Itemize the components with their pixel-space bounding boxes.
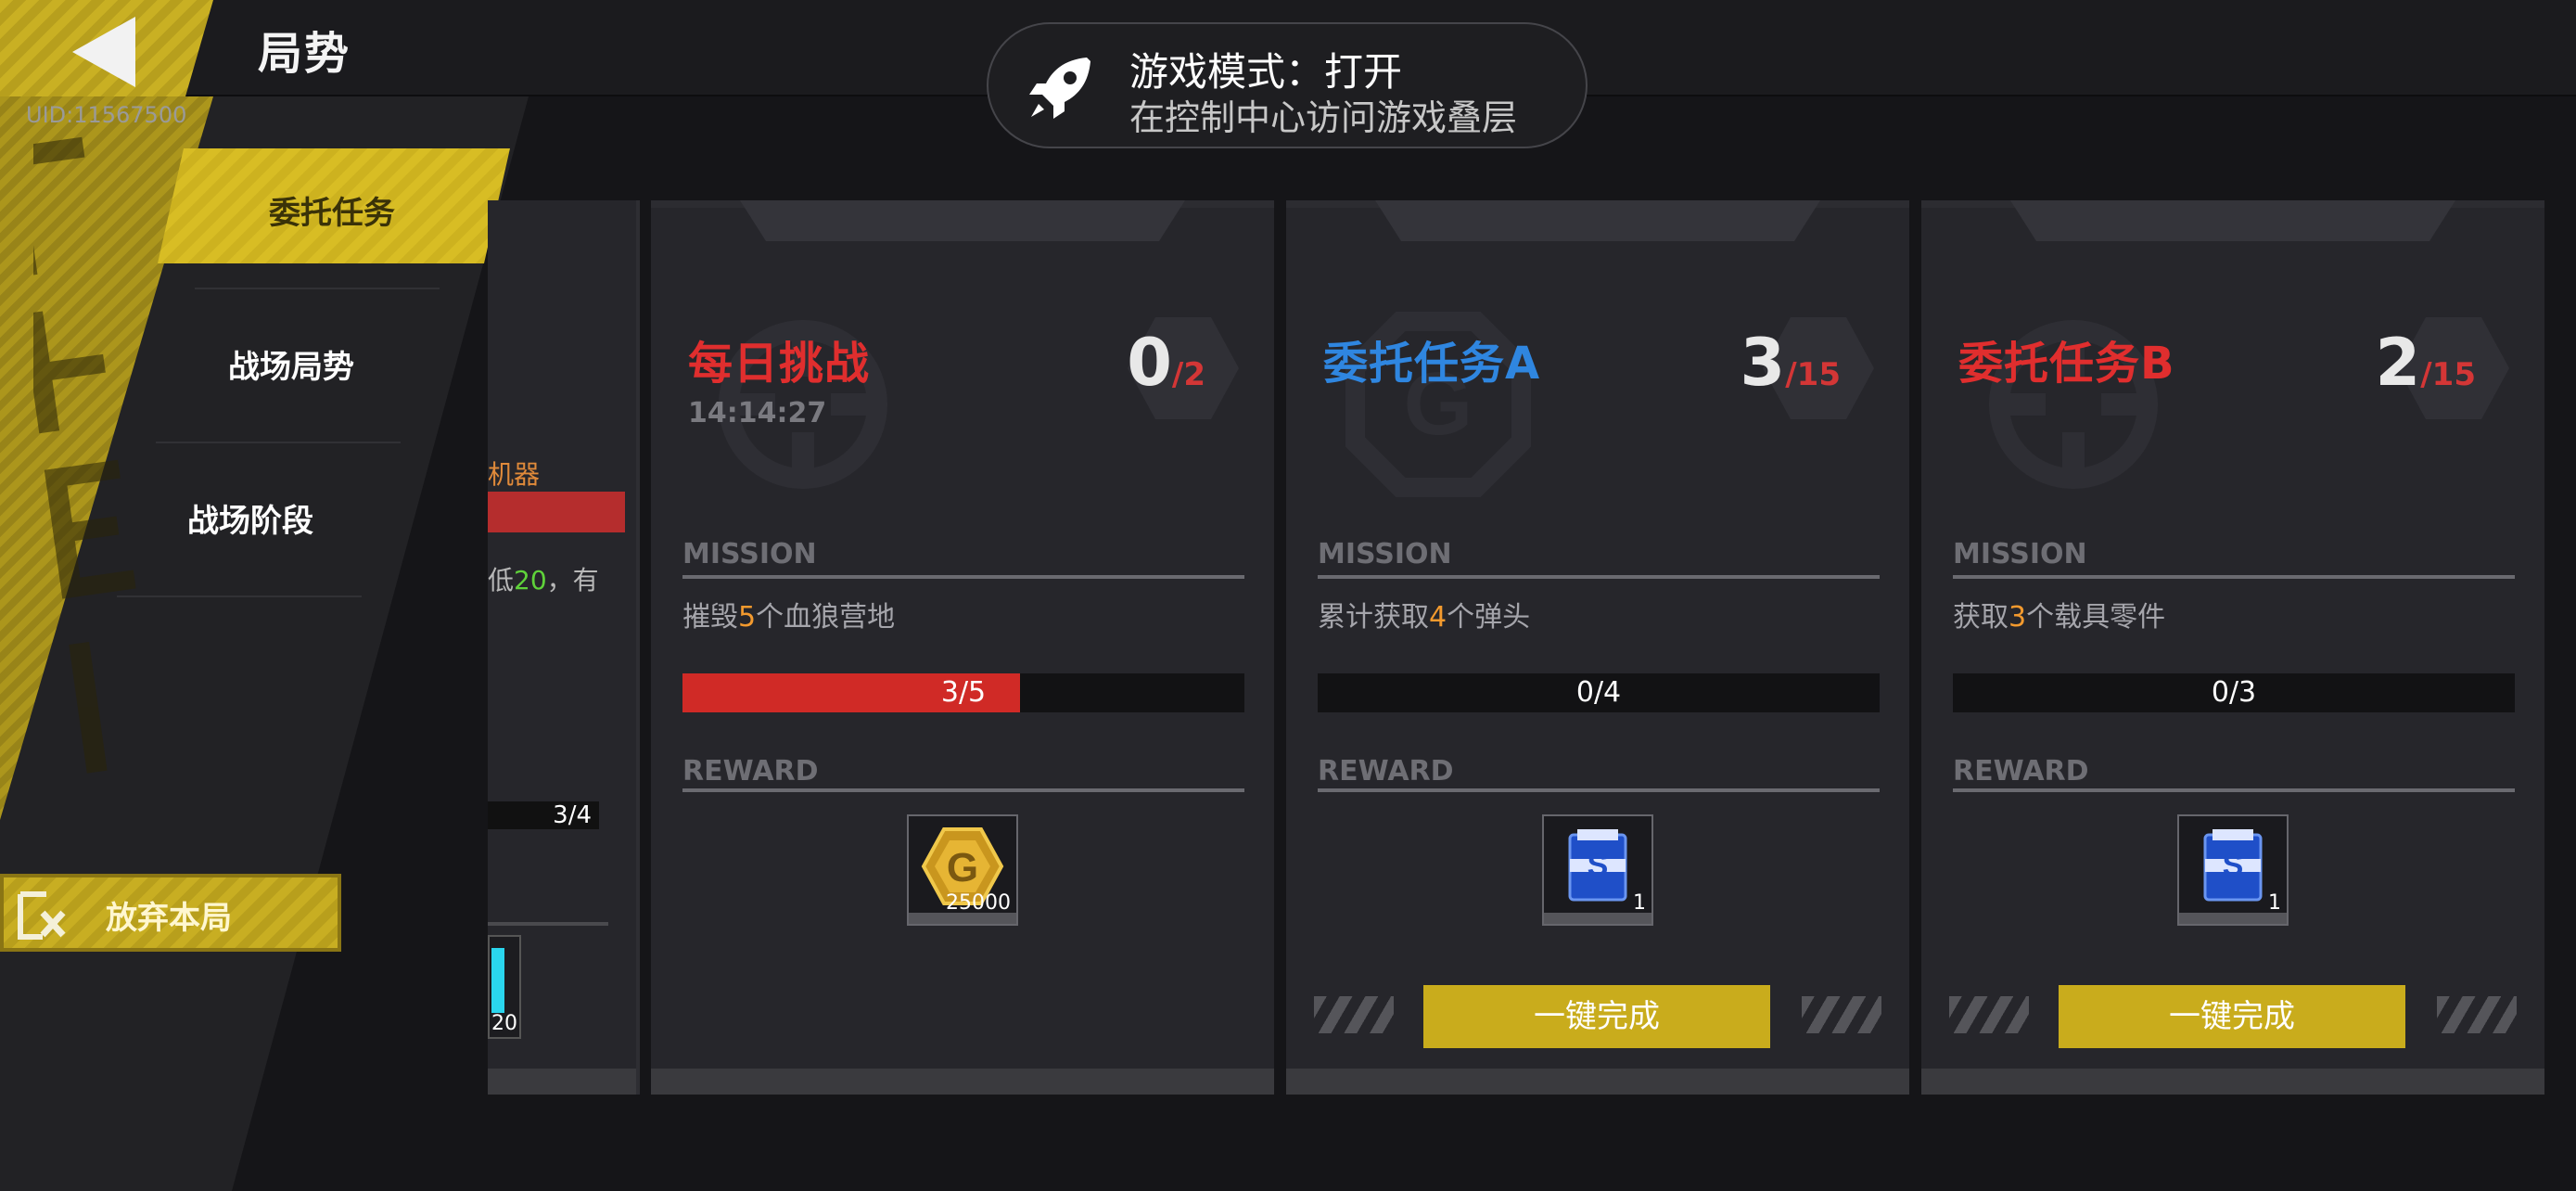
game-screen: 局势 UID:11567500 委托任务 战场局势 战场阶段 放弃本局 机器 低… [0,0,2576,1191]
mission-description: 累计获取4个弹头 [1318,601,1531,634]
game-mode-subtitle: 在控制中心访问游戏叠层 [1129,97,1518,138]
hatch-decoration [1802,996,1881,1033]
mission-label: MISSION [682,538,817,570]
complete-task-button[interactable]: 一键完成 [2059,985,2405,1048]
hatch-decoration [1949,996,2029,1033]
completion-count: 3/15 [1740,325,1841,401]
svg-text:S: S [1588,848,1609,883]
mission-divider [1953,575,2515,579]
mission-card-daily-challenge: 每日挑战 14:14:27 0/2 MISSION 摧毁5个血狼营地 3/5 R… [651,200,1274,1095]
mission-divider [1318,575,1880,579]
reward-item-gold-coin[interactable]: G 25000 [907,814,1018,926]
partial-card-progress: 3/4 [488,801,599,829]
card-timer: 14:14:27 [688,397,827,429]
card-title: 委托任务A [1323,338,1541,390]
back-arrow-icon [72,17,135,87]
reward-divider [682,788,1244,792]
card-top-tab [1375,200,1820,241]
abandon-match-button[interactable]: 放弃本局 [0,874,341,952]
supply-box-icon: S [2203,829,2263,902]
mission-card-partial: 机器 低20，有 3/4 20 [488,200,640,1095]
mission-progress-bar: 0/3 [1953,673,2515,712]
card-title: 每日挑战 [688,338,871,390]
progress-text: 3/5 [940,676,987,709]
completion-count: 0/2 [1127,325,1205,401]
sidebar-divider [156,442,401,443]
reward-quantity: 1 [1633,891,1646,915]
progress-text: 0/4 [1575,676,1622,709]
complete-task-button[interactable]: 一键完成 [1423,985,1770,1048]
partial-card-divider [488,922,608,926]
svg-text:G: G [947,845,978,890]
reward-label: REWARD [1953,755,2089,788]
hatch-decoration [1314,996,1394,1033]
mission-card-task-a: G 委托任务A 3/15 MISSION 累计获取4个弹头 0/4 REWARD… [1286,200,1909,1095]
abandon-match-label: 放弃本局 [106,900,232,937]
war-emblem-graphic [33,136,136,774]
card-title: 委托任务B [1958,338,2175,390]
mission-divider [682,575,1244,579]
partial-card-text: 低20，有 [488,565,599,596]
reward-divider [1953,788,2515,792]
partial-card-title-bar [488,492,625,532]
progress-text: 0/3 [2211,676,2257,709]
rocket-icon [1029,58,1090,119]
partial-card-label: 机器 [488,459,541,490]
page-title: 局势 [258,28,351,80]
user-id: UID:11567500 [26,102,187,128]
back-button[interactable] [0,0,213,96]
mission-description: 摧毁5个血狼营地 [682,601,896,634]
mission-card-task-b: 委托任务B 2/15 MISSION 获取3个载具零件 0/3 REWARD S… [1921,200,2544,1095]
hatch-decoration [2437,996,2517,1033]
mission-progress-bar: 0/4 [1318,673,1880,712]
mission-progress-bar: 3/5 [682,673,1244,712]
reward-quantity: 1 [2268,891,2281,915]
svg-text:S: S [2223,848,2244,883]
reward-divider [1318,788,1880,792]
sidebar-item-battlefield-situation[interactable]: 战场局势 [171,341,412,387]
reward-quantity: 25000 [946,891,1011,915]
supply-box-icon: S [1568,829,1627,902]
sidebar-divider [117,596,362,597]
partial-card-reward-item[interactable]: 20 [488,935,521,1039]
completion-count: 2/15 [2375,325,2476,401]
card-top-tab [2010,200,2455,241]
reward-label: REWARD [1318,755,1454,788]
game-mode-notification[interactable]: 游戏模式：打开 在控制中心访问游戏叠层 [987,22,1588,148]
sidebar-item-delegated-missions[interactable]: 委托任务 [211,187,453,233]
reward-item-supply-box[interactable]: S 1 [1542,814,1653,926]
mission-description: 获取3个载具零件 [1953,601,2166,634]
sidebar-item-battlefield-phase[interactable]: 战场阶段 [130,495,371,541]
sidebar-divider [195,288,440,289]
card-top-tab [740,200,1185,241]
reward-label: REWARD [682,755,819,788]
mission-label: MISSION [1953,538,2087,570]
abandon-icon [18,891,66,940]
reward-item-supply-box[interactable]: S 1 [2177,814,2289,926]
mission-label: MISSION [1318,538,1452,570]
